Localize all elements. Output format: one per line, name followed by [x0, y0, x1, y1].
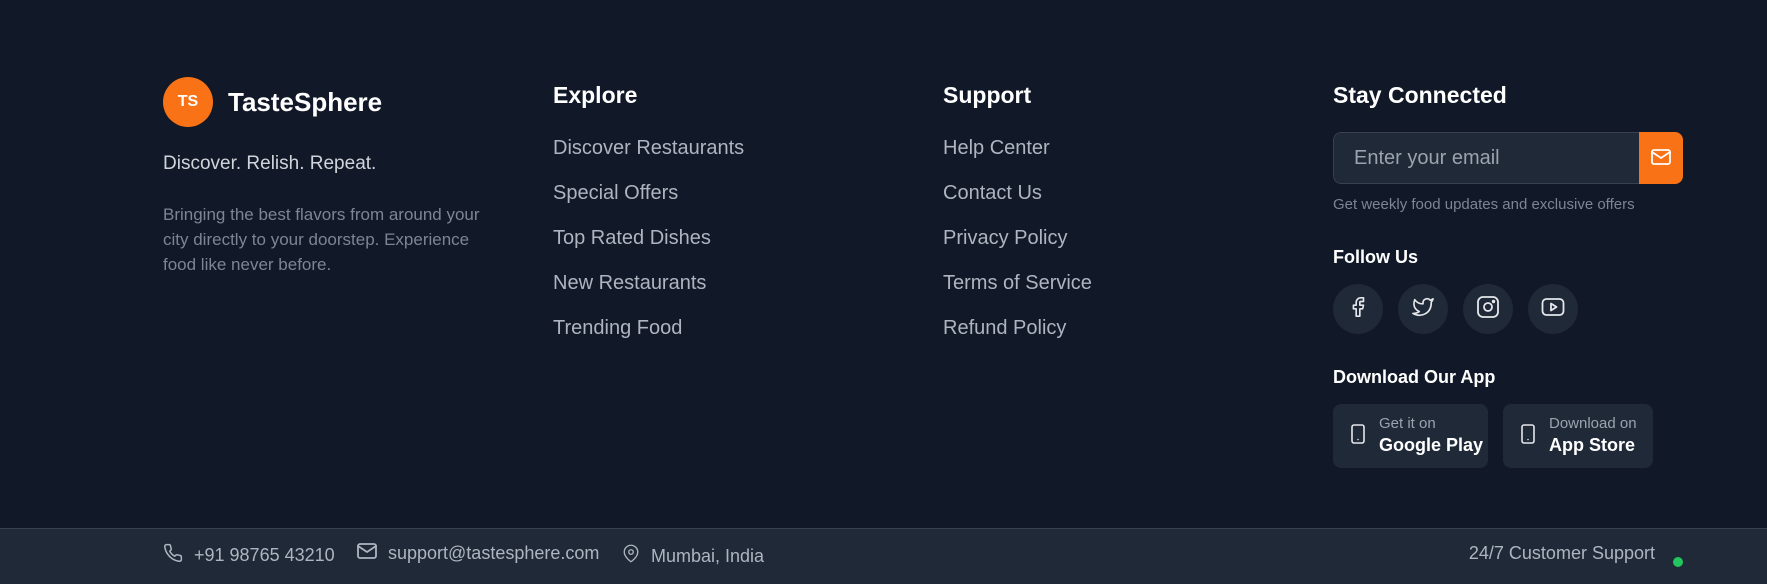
brand-name: TasteSphere — [228, 86, 383, 117]
newsletter-email-input[interactable] — [1333, 132, 1639, 184]
download-app-title: Download Our App — [1333, 367, 1496, 387]
contact-phone[interactable]: +91 98765 43210 — [163, 543, 335, 568]
contact-location-text: Mumbai, India — [651, 545, 765, 566]
contact-email-text: support@tastesphere.com — [388, 543, 600, 563]
google-play-label: Google Play — [1379, 435, 1484, 455]
explore-link-discover-restaurants[interactable]: Discover Restaurants — [553, 135, 744, 180]
connect-title: Stay Connected — [1333, 82, 1507, 108]
follow-us-title: Follow Us — [1333, 247, 1418, 267]
google-play-caption: Get it on — [1379, 415, 1436, 432]
youtube-link[interactable] — [1528, 284, 1578, 334]
app-store-links: Get it on Google Play Download on App St… — [1333, 404, 1668, 468]
twitter-link[interactable] — [1398, 284, 1448, 334]
brand-tagline: Discover. Relish. Repeat. — [163, 153, 377, 174]
phone-icon — [163, 543, 194, 568]
mail-icon — [1651, 148, 1671, 168]
explore-link-special-offers[interactable]: Special Offers — [553, 180, 744, 225]
logo-badge: TS — [163, 77, 213, 127]
newsletter-submit-button[interactable] — [1639, 132, 1683, 184]
explore-link-top-rated-dishes[interactable]: Top Rated Dishes — [553, 225, 744, 270]
explore-link-trending-food[interactable]: Trending Food — [553, 315, 744, 360]
google-play-button[interactable]: Get it on Google Play — [1333, 404, 1488, 468]
support-title: Support — [943, 82, 1032, 108]
support-link-contact-us[interactable]: Contact Us — [943, 180, 1092, 225]
support-link-help-center[interactable]: Help Center — [943, 135, 1092, 180]
explore-title: Explore — [553, 82, 638, 108]
twitter-icon — [1411, 296, 1435, 323]
smartphone-icon — [1521, 423, 1535, 449]
facebook-link[interactable] — [1333, 284, 1383, 334]
smartphone-icon — [1351, 423, 1365, 449]
mail-icon — [357, 543, 388, 564]
instagram-icon — [1476, 295, 1500, 324]
online-status-indicator — [1673, 557, 1683, 567]
newsletter-form — [1333, 132, 1683, 184]
explore-links: Discover Restaurants Special Offers Top … — [553, 135, 744, 360]
contact-email[interactable]: support@tastesphere.com — [357, 543, 599, 564]
instagram-link[interactable] — [1463, 284, 1513, 334]
brand-description: Bringing the best flavors from around yo… — [163, 205, 480, 274]
app-store-caption: Download on — [1549, 415, 1637, 432]
map-pin-icon — [622, 543, 651, 569]
support-link-terms-of-service[interactable]: Terms of Service — [943, 270, 1092, 315]
youtube-icon — [1541, 297, 1565, 322]
brand-logo-row[interactable]: TS TasteSphere — [163, 77, 382, 127]
newsletter-note: Get weekly food updates and exclusive of… — [1333, 196, 1635, 213]
customer-support-text: 24/7 Customer Support — [1468, 543, 1655, 563]
contact-location: Mumbai, India — [622, 543, 764, 569]
explore-link-new-restaurants[interactable]: New Restaurants — [553, 270, 744, 315]
app-store-label: App Store — [1549, 435, 1636, 455]
support-link-privacy-policy[interactable]: Privacy Policy — [943, 225, 1092, 270]
footer-bottom-bar: +91 98765 43210 support@tastesphere.com … — [0, 528, 1767, 584]
app-store-button[interactable]: Download on App Store — [1503, 404, 1653, 468]
contact-phone-text: +91 98765 43210 — [194, 545, 335, 565]
facebook-icon — [1347, 296, 1369, 323]
social-links — [1333, 284, 1593, 334]
support-links: Help Center Contact Us Privacy Policy Te… — [943, 135, 1092, 360]
support-link-refund-policy[interactable]: Refund Policy — [943, 315, 1092, 360]
footer: TS TasteSphere Discover. Relish. Repeat.… — [0, 0, 1767, 528]
